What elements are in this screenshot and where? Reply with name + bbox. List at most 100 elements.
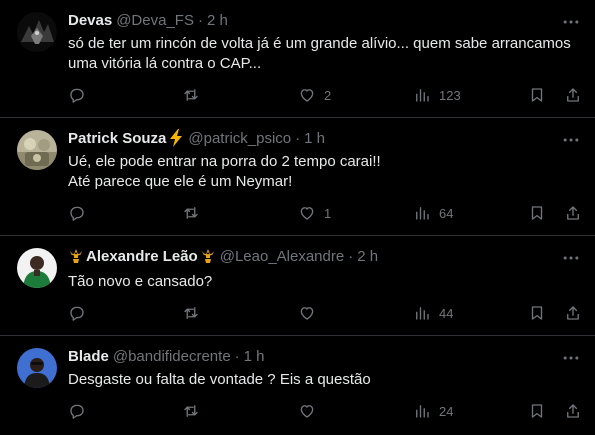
like-icon [300, 307, 314, 320]
user-handle[interactable]: @Deva_FS [116, 12, 194, 29]
more-icon[interactable] [561, 12, 581, 32]
like-icon [300, 405, 314, 418]
tweet-text: Ué, ele pode entrar na porra do 2 tempo … [68, 152, 583, 192]
reply-button[interactable] [68, 84, 86, 106]
bookmark-button[interactable] [528, 400, 546, 422]
tweet-text: Desgaste ou falta de vontade ? Eis a que… [68, 370, 583, 390]
tweet-header: Devas @Deva_FS · 2 h [68, 10, 228, 30]
retweet-icon [184, 207, 198, 219]
avatar[interactable] [17, 348, 57, 388]
action-bar: 44 [68, 302, 588, 324]
timestamp[interactable]: 1 h [304, 130, 325, 147]
views-button[interactable]: 64 [413, 202, 453, 224]
share-button[interactable] [564, 84, 582, 106]
tweet-header: Alexandre Leão @Leao_Alexandre · 2 h [68, 246, 378, 266]
more-icon[interactable] [561, 248, 581, 268]
like-count: 1 [324, 205, 332, 221]
action-bar: 2 123 [68, 84, 588, 106]
retweet-button[interactable] [182, 84, 200, 106]
like-button[interactable]: 1 [298, 202, 331, 224]
tweet-text-line: uma vitória lá contra o CAP... [68, 55, 262, 72]
action-bar: 1 64 [68, 202, 588, 224]
retweet-icon [184, 307, 198, 319]
tweet[interactable]: Alexandre Leão @Leao_Alexandre · 2 h Tão… [0, 236, 595, 336]
bookmark-icon [531, 404, 543, 418]
tweet-text-line: Até parece que ele é um Neymar! [68, 173, 293, 190]
action-bar: 24 [68, 400, 588, 422]
tweet-header: Patrick Souza @patrick_psico · 1 h [68, 128, 325, 148]
reply-button[interactable] [68, 400, 86, 422]
avatar[interactable] [17, 12, 57, 52]
share-icon [567, 88, 579, 102]
more-icon[interactable] [561, 130, 581, 150]
like-count: 2 [324, 87, 332, 103]
views-button[interactable]: 44 [413, 302, 453, 324]
timestamp[interactable]: 2 h [357, 248, 378, 265]
bookmark-icon [531, 206, 543, 220]
lightning-emoji [168, 129, 184, 147]
reply-icon [70, 306, 84, 321]
bookmark-button[interactable] [528, 202, 546, 224]
retweet-button[interactable] [182, 202, 200, 224]
like-button[interactable] [298, 400, 324, 422]
like-icon [300, 89, 314, 102]
retweet-icon [184, 405, 198, 417]
display-name[interactable]: Alexandre Leão [86, 248, 198, 265]
display-name[interactable]: Blade [68, 348, 109, 365]
share-icon [567, 206, 579, 220]
tweet-text-line: Ué, ele pode entrar na porra do 2 tempo … [68, 153, 381, 170]
views-button[interactable]: 123 [413, 84, 461, 106]
views-count: 44 [439, 305, 454, 321]
share-icon [567, 404, 579, 418]
separator-dot: · [295, 129, 301, 147]
bookmark-icon [531, 88, 543, 102]
tweet[interactable]: Patrick Souza @patrick_psico · 1 h Ué, e… [0, 118, 595, 236]
bookmark-icon [531, 306, 543, 320]
more-icon[interactable] [561, 348, 581, 368]
bookmark-button[interactable] [528, 84, 546, 106]
user-handle[interactable]: @bandifidecrente [113, 348, 231, 365]
avatar[interactable] [17, 130, 57, 170]
timestamp[interactable]: 2 h [207, 12, 228, 29]
share-button[interactable] [564, 302, 582, 324]
retweet-button[interactable] [182, 400, 200, 422]
separator-dot: · [348, 247, 354, 265]
reply-icon [70, 206, 84, 221]
tweet-text: só de ter um rincón de volta já é um gra… [68, 34, 583, 74]
timestamp[interactable]: 1 h [244, 348, 265, 365]
trident-emoji [200, 248, 216, 264]
tweet[interactable]: Blade @bandifidecrente · 1 h Desgaste ou… [0, 336, 595, 435]
separator-dot: · [197, 11, 203, 29]
views-icon [416, 207, 429, 220]
avatar[interactable] [17, 248, 57, 288]
reply-feed: Devas @Deva_FS · 2 h só de ter um rincón… [0, 0, 595, 435]
like-button[interactable]: 2 [298, 84, 331, 106]
display-name[interactable]: Patrick Souza [68, 130, 166, 147]
views-icon [416, 89, 429, 102]
like-icon [300, 207, 314, 220]
retweet-icon [184, 89, 198, 101]
trident-emoji [68, 248, 84, 264]
retweet-button[interactable] [182, 302, 200, 324]
views-icon [416, 307, 429, 320]
tweet-text: Tão novo e cansado? [68, 272, 583, 292]
share-button[interactable] [564, 202, 582, 224]
views-count: 64 [439, 205, 454, 221]
tweet-text-line: Tão novo e cansado? [68, 273, 213, 290]
display-name[interactable]: Devas [68, 12, 112, 29]
bookmark-button[interactable] [528, 302, 546, 324]
share-button[interactable] [564, 400, 582, 422]
reply-button[interactable] [68, 302, 86, 324]
user-handle[interactable]: @patrick_psico [188, 130, 291, 147]
share-icon [567, 306, 579, 320]
views-count: 24 [439, 403, 454, 419]
tweet[interactable]: Devas @Deva_FS · 2 h só de ter um rincón… [0, 0, 595, 118]
separator-dot: · [234, 347, 240, 365]
views-count: 123 [439, 87, 461, 103]
user-handle[interactable]: @Leao_Alexandre [220, 248, 344, 265]
reply-icon [70, 88, 84, 103]
tweet-text-line: Desgaste ou falta de vontade ? Eis a que… [68, 371, 371, 388]
like-button[interactable] [298, 302, 324, 324]
reply-button[interactable] [68, 202, 86, 224]
views-button[interactable]: 24 [413, 400, 453, 422]
